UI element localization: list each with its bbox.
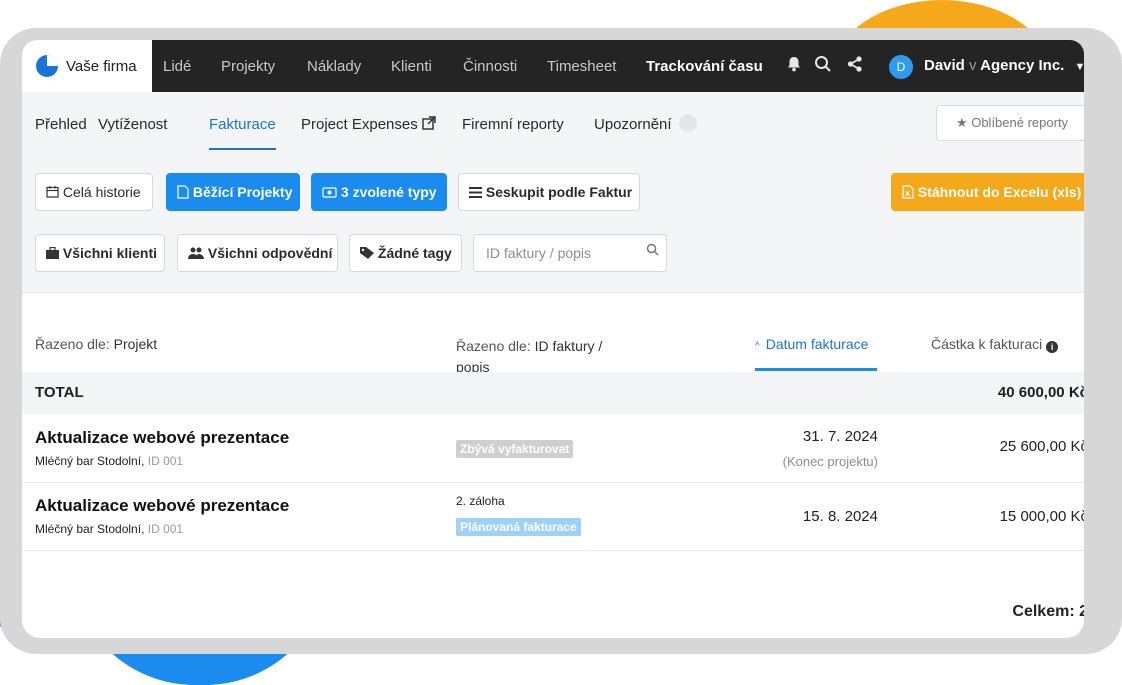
- star-icon: ★: [955, 115, 968, 130]
- invoice-date-note: (Konec projektu): [782, 454, 878, 469]
- tab-utilization[interactable]: Vytíženost: [98, 92, 167, 152]
- group-by-invoices-button[interactable]: Seskupit podle Faktur: [458, 173, 640, 211]
- all-responsible-button[interactable]: Všichni odpovědní: [177, 234, 338, 272]
- search-icon[interactable]: [812, 52, 834, 76]
- briefcase-icon: [46, 245, 63, 261]
- selected-types-label: 3 zvolené typy: [340, 184, 437, 200]
- sort-value: ID faktury /: [534, 338, 603, 354]
- column-header-project[interactable]: Řazeno dle: Projekt: [35, 336, 157, 352]
- invoice-amount: 15 000,00 Kč: [999, 508, 1084, 525]
- bell-icon[interactable]: [783, 52, 805, 76]
- list-icon: [469, 184, 486, 200]
- tab-project-expenses-label: Project Expenses: [301, 116, 418, 133]
- all-responsible-label: Všichni odpovědní: [207, 245, 333, 261]
- table-row[interactable]: Aktualizace webové prezentace Mléčný bar…: [22, 482, 1084, 551]
- sort-label: Řazeno dle:: [35, 336, 110, 352]
- project-client: Mléčný bar Stodolní, ID 001: [35, 522, 184, 536]
- tab-invoicing[interactable]: Fakturace: [209, 92, 276, 152]
- chevron-up-icon: ^: [755, 341, 760, 352]
- invoice-date: 31. 7. 2024: [802, 428, 878, 445]
- sub-navigation: Přehled Vytíženost Fakturace Project Exp…: [22, 92, 1084, 152]
- top-navigation: Vaše firma Lidé Projekty Náklady Klienti…: [22, 40, 1084, 92]
- calendar-icon: [46, 184, 63, 200]
- no-tags-label: Žádné tagy: [377, 245, 452, 261]
- nav-item-time-tracking[interactable]: Trackování času: [646, 40, 763, 92]
- project-title[interactable]: Aktualizace webové prezentace: [35, 428, 289, 448]
- user-company: Agency Inc.: [980, 57, 1065, 74]
- running-projects-button[interactable]: Běžící Projekty: [166, 173, 300, 211]
- search-field-icon: [646, 243, 659, 259]
- users-icon: [188, 245, 208, 261]
- project-title[interactable]: Aktualizace webové prezentace: [35, 496, 289, 516]
- nav-item-people[interactable]: Lidé: [163, 40, 191, 92]
- client-name: Mléčný bar Stodolní: [35, 454, 142, 468]
- column-header-amount[interactable]: Částka k fakturaci i: [931, 336, 1059, 353]
- nav-item-projects[interactable]: Projekty: [221, 40, 275, 92]
- tab-project-expenses[interactable]: Project Expenses: [301, 92, 436, 152]
- full-history-label: Celá historie: [62, 184, 141, 200]
- app-window: Vaše firma Lidé Projekty Náklady Klienti…: [22, 40, 1084, 638]
- sorted-column-indicator: [755, 368, 877, 371]
- tab-notifications[interactable]: Upozornění: [594, 92, 697, 152]
- nav-item-activities[interactable]: Činnosti: [463, 40, 517, 92]
- user-menu[interactable]: David v Agency Inc. ▼: [924, 40, 1084, 92]
- info-icon[interactable]: i: [1046, 341, 1059, 353]
- external-link-icon: [422, 116, 436, 130]
- total-value: 40 600,00 Kč: [997, 384, 1084, 401]
- project-id: ID 001: [147, 522, 184, 536]
- notification-count-badge: [678, 114, 697, 132]
- client-name: Mléčný bar Stodolní: [35, 522, 142, 536]
- status-badge: Plánovaná fakturace: [456, 518, 581, 536]
- tag-icon: [360, 245, 378, 261]
- full-history-button[interactable]: Celá historie: [35, 173, 153, 211]
- group-by-invoices-label: Seskupit podle Faktur: [485, 184, 633, 200]
- user-name: David: [924, 57, 965, 74]
- project-client: Mléčný bar Stodolní, ID 001: [35, 454, 184, 468]
- excel-file-icon: [902, 184, 918, 200]
- tab-company-reports[interactable]: Firemní reporty: [462, 92, 564, 152]
- tab-overview[interactable]: Přehled: [35, 92, 87, 152]
- caret-down-icon: ▼: [1074, 61, 1084, 73]
- user-connector: v: [969, 57, 977, 74]
- export-excel-label: Stáhnout do Excelu (xls): [917, 184, 1082, 200]
- file-icon: [177, 184, 193, 200]
- tab-notifications-label: Upozornění: [594, 116, 672, 133]
- selected-types-button[interactable]: 3 zvolené typy: [311, 173, 447, 211]
- amount-label: Částka k fakturaci: [931, 336, 1043, 352]
- invoice-description: 2. záloha: [456, 494, 505, 508]
- sort-value: Projekt: [113, 336, 158, 352]
- nav-item-costs[interactable]: Náklady: [307, 40, 361, 92]
- section-divider: [22, 292, 1084, 293]
- brand-tab[interactable]: Vaše firma: [22, 40, 152, 92]
- invoice-amount: 25 600,00 Kč: [999, 438, 1084, 455]
- row-count: Celkem: 2: [1012, 603, 1084, 620]
- favorite-reports-label: Oblíbené reporty: [971, 115, 1069, 130]
- invoice-date-label: Datum fakturace: [765, 336, 869, 352]
- brand-label: Vaše firma: [66, 57, 137, 75]
- sort-label: Řazeno dle:: [456, 338, 531, 354]
- column-header-invoice-date[interactable]: ^ Datum fakturace: [755, 336, 868, 352]
- favorite-reports-button[interactable]: ★ Oblíbené reporty: [936, 105, 1084, 141]
- all-clients-label: Všichni klienti: [62, 245, 158, 261]
- money-icon: [322, 184, 341, 200]
- no-tags-button[interactable]: Žádné tagy: [349, 234, 462, 272]
- export-excel-button[interactable]: Stáhnout do Excelu (xls): [891, 173, 1084, 211]
- all-clients-button[interactable]: Všichni klienti: [35, 234, 165, 272]
- status-badge: Zbývá vyfakturovat: [456, 440, 574, 458]
- table-row[interactable]: Aktualizace webové prezentace Mléčný bar…: [22, 414, 1084, 483]
- avatar[interactable]: D: [889, 55, 913, 79]
- nav-item-timesheet[interactable]: Timesheet: [547, 40, 616, 92]
- project-id: ID 001: [147, 454, 184, 468]
- nav-item-clients[interactable]: Klienti: [391, 40, 432, 92]
- share-icon[interactable]: [844, 52, 866, 76]
- running-projects-label: Běžící Projekty: [192, 184, 293, 200]
- invoice-date: 15. 8. 2024: [802, 508, 878, 525]
- company-logo-icon: [36, 55, 58, 77]
- total-label: TOTAL: [35, 384, 84, 401]
- total-row: TOTAL 40 600,00 Kč: [22, 372, 1084, 414]
- invoice-search-input[interactable]: [473, 234, 667, 272]
